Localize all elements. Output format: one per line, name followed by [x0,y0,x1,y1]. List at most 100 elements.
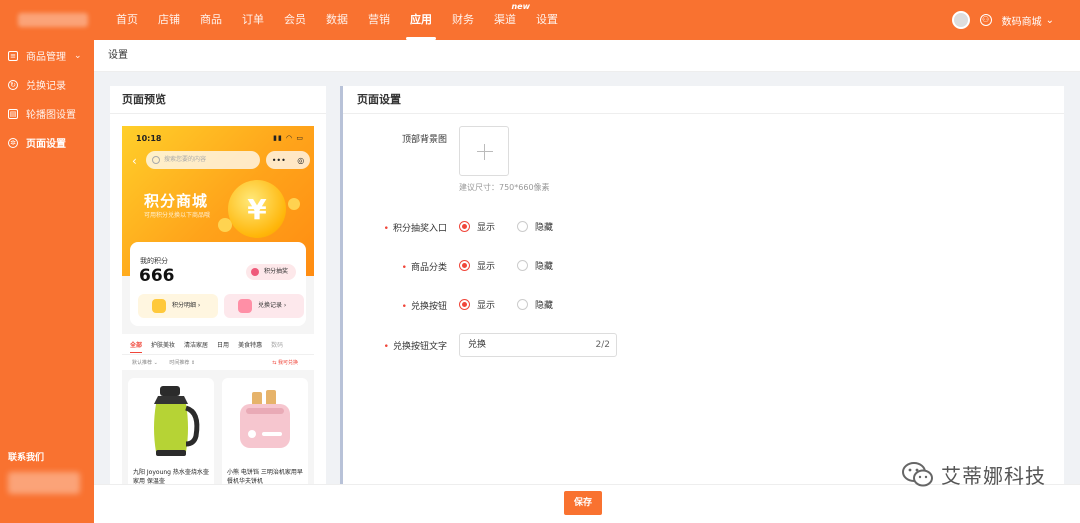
nav-channels[interactable]: 渠道 new [484,0,530,40]
required-mark: • [383,224,389,234]
can-exchange-filter: ⇆ 我可兑换 [272,360,298,366]
category-tab: 护肤美妆 [151,341,176,349]
sidebar-item-exchange-records[interactable]: ↻ 兑换记录 [0,71,94,98]
logo [18,13,88,27]
sidebar-item-label: 商品管理 [26,52,66,63]
lottery-show-radio[interactable] [459,221,470,232]
mall-subtitle: 可用积分兑换以下商品哦 [144,212,211,219]
user-menu[interactable]: ⚇ 数码商城 ⌄ [951,11,1054,29]
category-tab: 日用 [217,341,230,349]
nav-home[interactable]: 首页 [106,0,148,40]
nav-channels-label: 渠道 [494,13,516,26]
nav-orders[interactable]: 订单 [232,0,274,40]
gear-icon: ✲ [8,137,18,148]
nav-finance[interactable]: 财务 [442,0,484,40]
category-hide-radio[interactable] [517,260,529,271]
label-text: 兑换按钮 [410,302,447,312]
required-mark: • [401,302,407,312]
user-name[interactable]: 数码商城 [1002,13,1042,28]
coin-decoration [288,198,300,210]
category-tab: 清洁家居 [184,341,209,349]
contact-us[interactable]: 联系我们 [8,450,44,463]
phone-search-bar: 搜索您要的内容 [146,151,260,169]
exchange-button-radio-group: 显示 隐藏 [459,298,575,311]
kettle-image [128,378,214,464]
nav-goods[interactable]: 商品 [190,0,232,40]
points-card: 我的积分 666 积分抽奖 积分明细 › 兑换记录 › [130,242,306,326]
panel-title: 页面设置 [343,86,1064,114]
radio-label: 显示 [477,262,496,272]
nav-data[interactable]: 数据 [316,0,358,40]
phone-time: 10:18 [136,134,162,143]
sidebar-item-goods-management[interactable]: ≡ 商品管理 ⌄ [0,42,94,69]
nav-settings[interactable]: 设置 [526,0,568,40]
mini-program-capsule: ••• ◎ [266,151,310,169]
lottery-entry-label: • 积分抽奖入口 [327,221,447,234]
top-background-label: 顶部背景图 [401,135,447,145]
watermark-text: 艾蒂娜科技 [941,464,1046,488]
signal-icon: ▮▮ ◠ ▭ [273,134,304,142]
goods-icon: ≡ [8,50,18,61]
sort-default: 默认推荐 ⌄ [132,360,158,366]
nav-apps[interactable]: 应用 [400,0,442,40]
exchange-hide-radio[interactable] [517,299,529,310]
radio-label: 隐藏 [535,262,554,272]
required-mark: • [401,263,407,273]
upload-image-button[interactable] [459,126,509,176]
top-navigation: 首页 店铺 商品 订单 会员 数据 营销 应用 财务 渠道 new 设置 ⚇ 数… [0,0,1080,40]
product-name: 小熊 电饼铛 三明治机家用早餐机华夫饼机 [227,469,303,485]
sidebar-item-label: 兑换记录 [26,81,66,92]
nav-store[interactable]: 店铺 [148,0,190,40]
watermark: 艾蒂娜科技 [901,460,1046,489]
points-details-button: 积分明细 › [138,294,218,318]
page-preview-panel: 页面预览 10:18 ▮▮ ◠ ▭ ‹ 搜索您要的内容 ••• ◎ 积分商城 可… [110,86,326,523]
exchange-button-text-label: • 兑换按钮文字 [327,339,447,352]
radio-label: 显示 [477,301,496,311]
category-tabs: 全部 护肤美妆 清洁家居 日用 美食特惠 数码 [122,334,314,354]
lottery-hide-radio[interactable] [517,221,529,232]
product-name: 九阳 Joyoung 热水壶烧水壶家用 保温壶 [133,469,209,485]
toaster-image [222,378,308,464]
carousel-icon: ▤ [8,108,18,119]
sidebar: ≡ 商品管理 ⌄ ↻ 兑换记录 ▤ 轮播图设置 ✲ 页面设置 联系我们 [0,40,94,523]
radio-label: 隐藏 [535,223,554,233]
required-mark: • [383,342,389,352]
sidebar-item-carousel-settings[interactable]: ▤ 轮播图设置 [0,100,94,127]
exchange-records-button: 兑换记录 › [224,294,304,318]
chevron-down-icon[interactable]: ⌄ [1046,15,1054,26]
phone-preview: 10:18 ▮▮ ◠ ▭ ‹ 搜索您要的内容 ••• ◎ 积分商城 可用积分兑换… [122,126,314,523]
page-settings-panel: 页面设置 顶部背景图 建议尺寸：750*660像素 • 积分抽奖入口 显示 隐藏 … [340,86,1064,486]
exchange-icon [238,299,252,313]
record-icon: ↻ [8,79,18,90]
category-tab: 数码 [271,341,284,349]
category-show-radio[interactable] [459,260,470,271]
save-button[interactable]: 保存 [564,491,602,515]
sort-time: 时间推荐 ⇕ [169,360,196,366]
sidebar-item-page-settings[interactable]: ✲ 页面设置 [0,129,94,156]
radio-label: 隐藏 [535,301,554,311]
sidebar-item-label: 页面设置 [26,139,66,150]
avatar[interactable] [951,11,970,29]
footer-bar: 保存 [94,484,1080,523]
lottery-entry-radio-group: 显示 隐藏 [459,220,575,233]
exchange-show-radio[interactable] [459,299,470,310]
contact-info-blurred [8,472,80,494]
category-tab: 美食特惠 [238,341,263,349]
category-tab: 全部 [130,341,143,353]
nav-members[interactable]: 会员 [274,0,316,40]
points-label: 我的积分 [140,257,168,265]
main-menu: 首页 店铺 商品 订单 会员 数据 营销 应用 财务 渠道 new 设置 [106,0,568,40]
radio-label: 显示 [477,223,496,233]
panel-title: 页面预览 [110,86,326,114]
points-value: 666 [139,266,175,286]
breadcrumb: 设置 [94,40,1080,72]
exchange-button-label: • 兑换按钮 [327,299,447,312]
target-icon: ◎ [297,155,305,165]
input-value: 兑换 [468,340,487,350]
nav-marketing[interactable]: 营销 [358,0,400,40]
points-icon [152,299,166,313]
coin-icon: ¥ [228,180,286,238]
category-radio-group: 显示 隐藏 [459,259,575,272]
label-text: 商品分类 [410,263,447,273]
exchange-button-text-input[interactable]: 兑换 2/2 [459,333,617,357]
